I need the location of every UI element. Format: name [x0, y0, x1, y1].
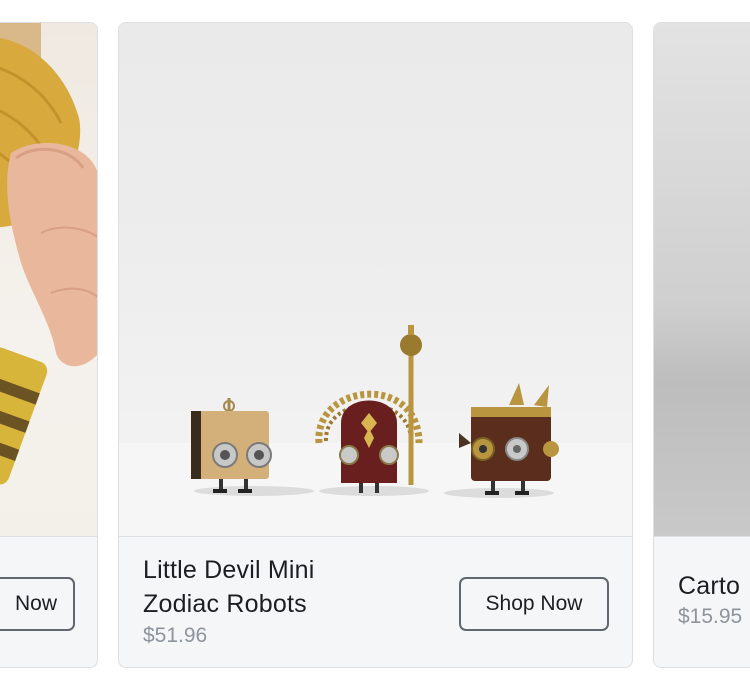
product-title[interactable]: Little Devil Mini Zodiac Robots — [143, 553, 383, 621]
wooden-robot — [191, 398, 272, 493]
product-title[interactable]: Carto — [678, 569, 750, 603]
shop-now-button[interactable]: Shop Now — [459, 577, 609, 631]
horned-robot — [459, 383, 559, 495]
product-carousel: Now Little Devil Mini Zodiac Robots $51.… — [0, 0, 750, 676]
product-image-right[interactable] — [654, 23, 750, 536]
product-image-left[interactable] — [0, 23, 97, 536]
knit-hand-illustration — [0, 23, 97, 485]
product-card-footer: Carto $15.95 — [654, 536, 750, 667]
product-card-footer: Little Devil Mini Zodiac Robots $51.96 S… — [119, 536, 632, 667]
product-card-left[interactable]: Now — [0, 22, 98, 668]
product-image[interactable] — [119, 23, 632, 536]
product-card[interactable]: Little Devil Mini Zodiac Robots $51.96 S… — [118, 22, 633, 668]
robot-figurines-illustration — [119, 325, 632, 536]
product-price: $15.95 — [678, 605, 743, 628]
product-card-footer: Now — [0, 536, 97, 667]
shop-now-button[interactable]: Now — [0, 577, 75, 631]
product-price: $51.96 — [143, 624, 208, 647]
product-card-right[interactable]: Carto $15.95 — [653, 22, 750, 668]
